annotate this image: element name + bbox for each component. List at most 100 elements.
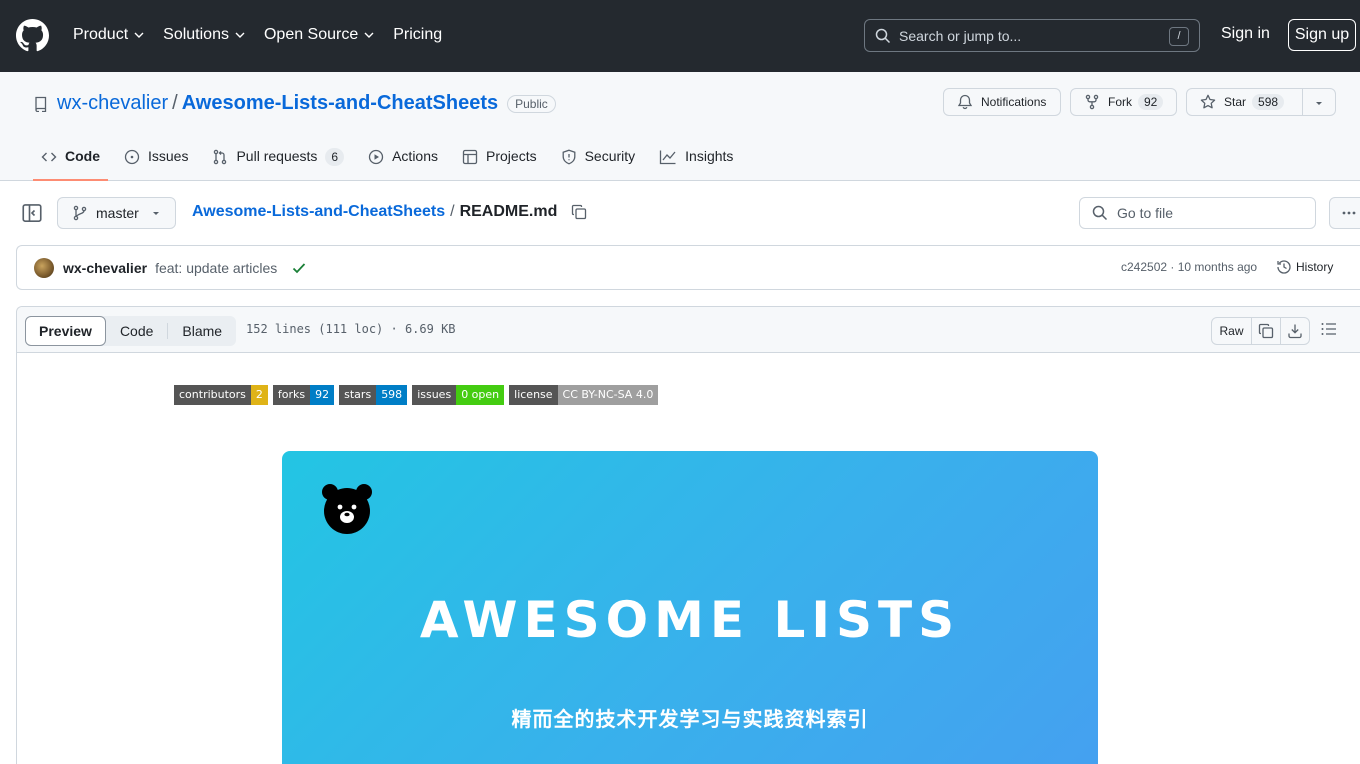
chevron-down-icon bbox=[364, 32, 374, 38]
tab-pull-requests[interactable]: Pull requests 6 bbox=[204, 142, 352, 181]
fork-button[interactable]: Fork 92 bbox=[1070, 88, 1177, 116]
banner-subtitle: 精而全的技术开发学习与实践资料索引 bbox=[511, 707, 869, 731]
badge-contributors-key: contributors bbox=[174, 385, 251, 405]
breadcrumb-separator: / bbox=[450, 203, 455, 220]
tab-insights[interactable]: Insights bbox=[651, 142, 741, 181]
nav-pricing[interactable]: Pricing bbox=[393, 24, 442, 46]
tab-security-label: Security bbox=[584, 148, 636, 164]
github-logo-icon[interactable] bbox=[16, 19, 49, 52]
badge-forks-value: 92 bbox=[310, 385, 335, 405]
sign-in-link[interactable]: Sign in bbox=[1221, 25, 1270, 43]
bell-icon bbox=[957, 94, 973, 110]
download-button[interactable] bbox=[1281, 318, 1309, 344]
star-dropdown-caret-icon[interactable] bbox=[1314, 98, 1324, 108]
copy-path-icon[interactable] bbox=[571, 204, 587, 220]
commit-message-link[interactable]: feat: update articles bbox=[155, 260, 277, 276]
play-icon bbox=[368, 149, 384, 165]
star-button-group: Star 598 bbox=[1186, 88, 1336, 116]
nav-open-source-label: Open Source bbox=[263, 26, 359, 43]
latest-commit-box: wx-chevalier feat: update articles c2425… bbox=[16, 245, 1360, 290]
history-button[interactable]: History bbox=[1276, 259, 1333, 275]
tab-pull-requests-label: Pull requests bbox=[236, 148, 318, 164]
view-mode-code[interactable]: Code bbox=[106, 316, 167, 346]
tab-issues[interactable]: Issues bbox=[116, 142, 196, 181]
tab-actions-label: Actions bbox=[392, 148, 439, 164]
badge-issues[interactable]: issues 0 open bbox=[412, 385, 505, 405]
badge-forks[interactable]: forks 92 bbox=[272, 385, 335, 405]
global-nav: Product Solutions Open Source Pricing bbox=[73, 24, 460, 46]
check-icon[interactable] bbox=[291, 260, 307, 276]
copy-raw-button[interactable] bbox=[1252, 318, 1281, 344]
tab-issues-label: Issues bbox=[148, 148, 189, 164]
tab-code[interactable]: Code bbox=[33, 142, 108, 181]
repo-name-link[interactable]: Awesome-Lists-and-CheatSheets bbox=[182, 92, 498, 115]
star-label[interactable]: Star bbox=[1224, 95, 1246, 109]
tab-projects[interactable]: Projects bbox=[454, 142, 545, 181]
badge-forks-key: forks bbox=[272, 385, 311, 405]
badge-contributors[interactable]: contributors 2 bbox=[174, 385, 268, 405]
view-mode-blame[interactable]: Blame bbox=[168, 316, 236, 346]
avatar[interactable] bbox=[34, 257, 54, 278]
search-icon bbox=[1092, 205, 1108, 221]
history-label: History bbox=[1296, 260, 1334, 274]
sign-up-button[interactable]: Sign up bbox=[1288, 19, 1356, 51]
chevron-down-icon bbox=[134, 32, 144, 38]
tab-security[interactable]: Security bbox=[553, 142, 644, 181]
badge-issues-key: issues bbox=[412, 385, 457, 405]
badge-issues-value: 0 open bbox=[456, 385, 505, 405]
nav-solutions[interactable]: Solutions bbox=[163, 24, 246, 46]
badge-stars-value: 598 bbox=[376, 385, 408, 405]
banner-title: AWESOME LISTS bbox=[419, 591, 961, 649]
star-count: 598 bbox=[1252, 94, 1285, 110]
go-to-file-placeholder: Go to file bbox=[1117, 205, 1174, 221]
git-branch-icon bbox=[73, 205, 87, 221]
raw-button[interactable]: Raw bbox=[1212, 318, 1252, 344]
fork-icon bbox=[1085, 94, 1099, 110]
repo-owner-link[interactable]: wx-chevalier bbox=[57, 92, 168, 115]
breadcrumb-repo-link[interactable]: Awesome-Lists-and-CheatSheets bbox=[192, 203, 445, 221]
side-panel-toggle-icon[interactable] bbox=[22, 203, 42, 223]
pull-request-icon bbox=[214, 149, 227, 165]
badge-license-value: CC BY-NC-SA 4.0 bbox=[557, 385, 659, 405]
copy-icon bbox=[1258, 323, 1274, 339]
badge-stars[interactable]: stars 598 bbox=[339, 385, 408, 405]
nav-product[interactable]: Product bbox=[73, 24, 145, 46]
repo-header: wx-chevalier / Awesome-Lists-and-CheatSh… bbox=[0, 72, 1360, 181]
view-mode-preview[interactable]: Preview bbox=[25, 316, 106, 346]
nav-product-label: Product bbox=[73, 26, 129, 43]
star-button-divider bbox=[1302, 89, 1303, 115]
repo-title-separator: / bbox=[172, 92, 178, 114]
readme-banner-image: AWESOME LISTS 精而全的技术开发学习与实践资料索引 bbox=[282, 451, 1098, 764]
badge-license[interactable]: license CC BY-NC-SA 4.0 bbox=[509, 385, 659, 405]
tab-projects-label: Projects bbox=[486, 148, 537, 164]
bear-logo-icon bbox=[322, 484, 372, 534]
commit-author-link[interactable]: wx-chevalier bbox=[63, 260, 147, 276]
download-icon bbox=[1288, 324, 1302, 339]
fork-label: Fork bbox=[1108, 95, 1132, 109]
nav-pricing-label: Pricing bbox=[393, 26, 443, 43]
nav-solutions-label: Solutions bbox=[163, 26, 229, 43]
tab-actions[interactable]: Actions bbox=[360, 142, 446, 181]
repo-title: wx-chevalier / Awesome-Lists-and-CheatSh… bbox=[33, 92, 556, 115]
branch-selector[interactable]: master bbox=[57, 197, 176, 229]
global-search[interactable]: Search or jump to... / bbox=[864, 19, 1200, 52]
tab-insights-label: Insights bbox=[685, 148, 734, 164]
more-options-button[interactable] bbox=[1329, 197, 1360, 229]
commit-sha-and-time[interactable]: c242502 · 10 months ago bbox=[1121, 260, 1257, 274]
nav-open-source[interactable]: Open Source bbox=[264, 24, 375, 46]
notifications-label: Notifications bbox=[981, 95, 1047, 109]
search-shortcut-key: / bbox=[1169, 27, 1189, 46]
star-icon[interactable] bbox=[1200, 94, 1216, 110]
go-to-file-input[interactable]: Go to file bbox=[1079, 197, 1316, 229]
notifications-button[interactable]: Notifications bbox=[943, 88, 1061, 116]
breadcrumb-file-name: README.md bbox=[459, 203, 558, 220]
repo-tabs: Code Issues Pull requests 6 Actions Proj… bbox=[33, 142, 749, 181]
fork-count: 92 bbox=[1138, 94, 1164, 110]
history-icon bbox=[1277, 260, 1291, 274]
repo-icon bbox=[35, 96, 47, 112]
code-icon bbox=[41, 152, 57, 162]
file-viewer-toolbar: Preview Code Blame 152 lines (111 loc) ·… bbox=[17, 307, 1360, 353]
graph-icon bbox=[660, 150, 676, 165]
outline-list-icon[interactable] bbox=[1320, 321, 1338, 337]
badge-license-key: license bbox=[509, 385, 558, 405]
